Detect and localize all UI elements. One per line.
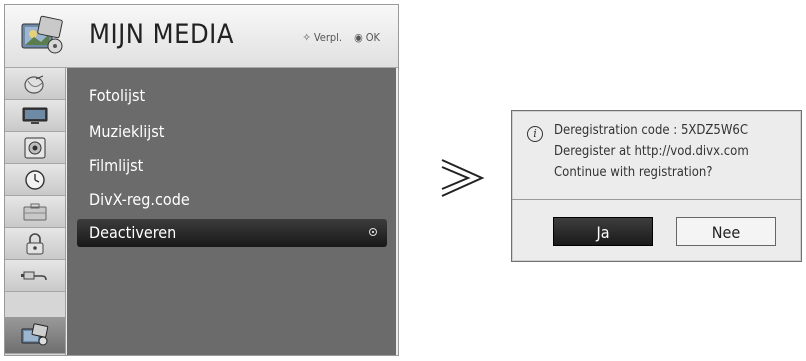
- sidebar-item-setup[interactable]: [5, 68, 65, 100]
- page-title: MIJN MEDIA: [89, 19, 234, 50]
- menu-item-divx-reg-code[interactable]: DivX-reg.code: [77, 186, 387, 214]
- menu-item-deactiveren[interactable]: Deactiveren: [77, 219, 387, 247]
- deregistration-dialog: i Deregistration code : 5XDZ5W6C Deregis…: [511, 110, 802, 262]
- ok-hint: ◉ OK: [354, 31, 380, 44]
- lock-icon: [26, 232, 44, 254]
- deregister-url-text: Deregister at http://vod.divx.com: [554, 144, 749, 159]
- dpad-icon: ✧: [302, 31, 311, 44]
- ok-indicator-icon: [369, 228, 377, 236]
- sidebar-item-option[interactable]: [5, 196, 65, 228]
- satellite-dish-icon: [24, 74, 44, 94]
- sidebar-item-input[interactable]: [5, 260, 65, 292]
- dialog-message-area: i Deregistration code : 5XDZ5W6C Deregis…: [512, 111, 801, 200]
- ok-button-icon: ◉: [354, 31, 363, 44]
- menu-item-fotolijst[interactable]: Fotolijst: [77, 82, 387, 110]
- sidebar-item-picture[interactable]: [5, 100, 65, 132]
- sidebar-item-my-media[interactable]: [5, 317, 65, 354]
- move-hint: ✧ Verpl.: [302, 31, 343, 44]
- menu-header: MIJN MEDIA ✧ Verpl. ◉ OK: [5, 5, 398, 68]
- menu-item-label: Filmlijst: [89, 156, 144, 175]
- menu-list: Fotolijst Muzieklijst Filmlijst DivX-reg…: [67, 68, 396, 355]
- menu-item-filmlijst[interactable]: Filmlijst: [77, 152, 387, 180]
- speaker-icon: [24, 137, 46, 158]
- navigation-hint: ✧ Verpl. ◉ OK: [303, 31, 380, 44]
- menu-item-label: Deactiveren: [89, 223, 177, 242]
- deregistration-code-text: Deregistration code : 5XDZ5W6C: [554, 123, 749, 138]
- monitor-icon: [22, 107, 48, 124]
- my-media-icon: [21, 15, 63, 54]
- menu-item-label: Muzieklijst: [89, 122, 165, 141]
- info-icon: i: [527, 126, 543, 142]
- briefcase-icon: [23, 203, 47, 220]
- confirm-question-text: Continue with registration?: [554, 165, 713, 180]
- chevron-right-icon: [441, 159, 485, 197]
- menu-item-muzieklijst[interactable]: Muzieklijst: [77, 118, 387, 146]
- category-sidebar: [5, 68, 66, 355]
- menu-list-panel: Fotolijst Muzieklijst Filmlijst DivX-reg…: [67, 68, 396, 355]
- yes-button[interactable]: Ja: [553, 217, 653, 246]
- menu-item-label: DivX-reg.code: [89, 190, 190, 209]
- menu-item-label: Fotolijst: [89, 86, 146, 105]
- sidebar-item-audio[interactable]: [5, 132, 65, 164]
- cable-icon: [21, 271, 47, 280]
- clock-icon: [25, 169, 45, 190]
- no-button[interactable]: Nee: [676, 217, 776, 246]
- my-media-icon: [21, 323, 49, 346]
- sidebar-item-time[interactable]: [5, 164, 65, 196]
- my-media-menu: MIJN MEDIA ✧ Verpl. ◉ OK Fotolijst Muzie…: [4, 4, 399, 356]
- sidebar-item-lock[interactable]: [5, 228, 65, 260]
